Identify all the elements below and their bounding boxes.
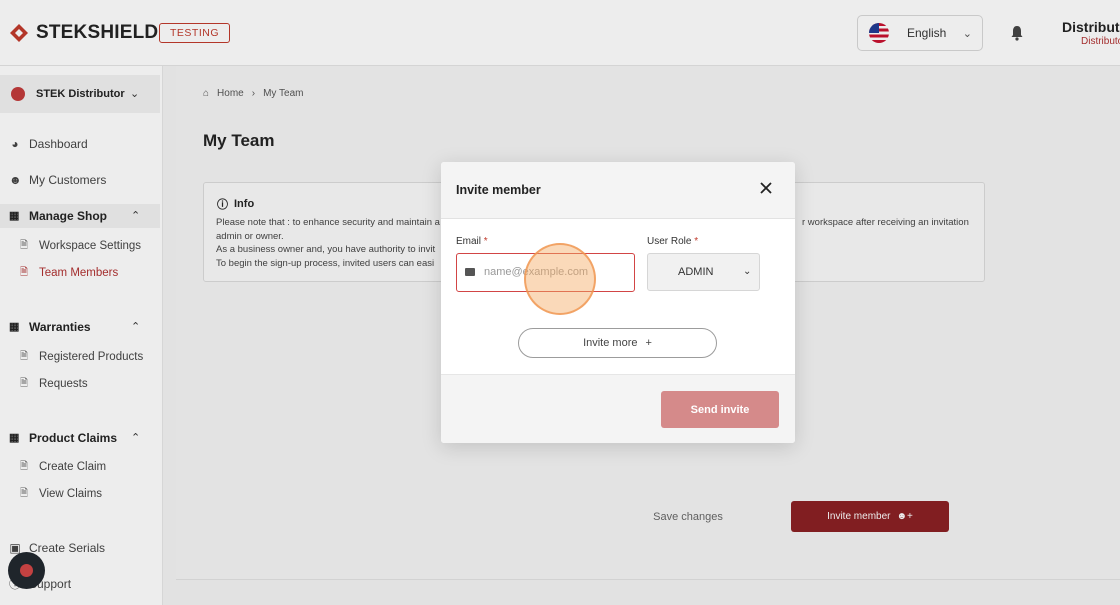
email-label-text: Email [456, 236, 482, 247]
required-mark: * [483, 236, 488, 247]
close-icon[interactable] [759, 181, 773, 195]
modal-title: Invite member [456, 183, 541, 197]
role-label: User Role * [647, 236, 698, 247]
plus-icon: + [645, 337, 652, 349]
email-placeholder: name@example.com [484, 266, 589, 278]
email-field[interactable]: name@example.com [456, 253, 635, 292]
role-value: ADMIN [678, 266, 714, 278]
modal-footer: Send invite [441, 374, 795, 443]
chevron-down-icon: ⌄ [743, 266, 752, 277]
modal-header: Invite member [441, 162, 795, 219]
invite-member-modal: Invite member Email * name@example.com U… [441, 162, 795, 443]
mail-icon [465, 268, 475, 276]
role-label-text: User Role [647, 236, 692, 247]
required-mark: * [694, 236, 699, 247]
invite-more-button[interactable]: Invite more + [518, 328, 717, 358]
email-label: Email * [456, 236, 488, 247]
user-role-select[interactable]: ADMIN ⌄ [647, 253, 760, 291]
send-invite-button[interactable]: Send invite [661, 391, 779, 428]
invite-more-label: Invite more [583, 337, 638, 349]
